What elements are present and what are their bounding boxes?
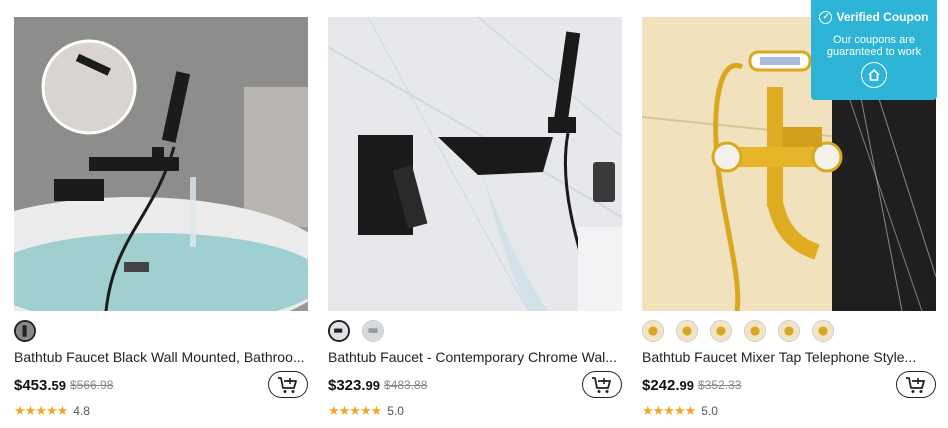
current-price: $323.99 bbox=[328, 376, 381, 394]
color-swatch[interactable] bbox=[744, 320, 766, 342]
coupon-text-line: guaranteed to work bbox=[826, 46, 922, 58]
coupon-title: Verified Coupon bbox=[836, 10, 929, 24]
color-swatch[interactable] bbox=[642, 320, 664, 342]
coupon-header: ✓ Verified Coupon bbox=[811, 10, 937, 24]
price-row: $323.99 $483.88 bbox=[328, 371, 622, 399]
product-image-black-wall-faucet[interactable] bbox=[14, 17, 308, 311]
check-circle-icon: ✓ bbox=[819, 10, 833, 24]
color-swatch[interactable] bbox=[14, 320, 36, 342]
color-swatch[interactable] bbox=[710, 320, 732, 342]
cart-plus-icon bbox=[592, 376, 611, 393]
cart-plus-icon bbox=[906, 376, 925, 393]
add-to-cart-button[interactable] bbox=[896, 371, 936, 398]
rating-row: ★★★★★ 5.0 bbox=[642, 403, 936, 419]
star-rating-icon: ★★★★★ bbox=[14, 403, 68, 418]
product-title[interactable]: Bathtub Faucet Mixer Tap Telephone Style… bbox=[642, 348, 936, 366]
color-swatch[interactable] bbox=[676, 320, 698, 342]
star-rating-icon: ★★★★★ bbox=[328, 403, 382, 418]
color-swatch[interactable] bbox=[778, 320, 800, 342]
product-title[interactable]: Bathtub Faucet Black Wall Mounted, Bathr… bbox=[14, 348, 308, 366]
product-grid: Bathtub Faucet Black Wall Mounted, Bathr… bbox=[0, 0, 948, 428]
product-image-waterfall-faucet[interactable] bbox=[328, 17, 622, 311]
coupon-text-line: Our coupons are bbox=[833, 34, 915, 46]
product-card: Bathtub Faucet - Contemporary Chrome Wal… bbox=[328, 17, 622, 419]
color-swatch[interactable] bbox=[328, 320, 350, 342]
coupon-description: Our coupons are guaranteed to work bbox=[811, 34, 937, 58]
rating-row: ★★★★★ 5.0 bbox=[328, 403, 622, 419]
home-icon bbox=[861, 62, 887, 88]
rating-value: 5.0 bbox=[387, 404, 404, 418]
verified-coupon-badge[interactable]: ✓ Verified Coupon Our coupons are guaran… bbox=[811, 0, 937, 100]
color-swatches bbox=[642, 320, 936, 342]
add-to-cart-button[interactable] bbox=[582, 371, 622, 398]
add-to-cart-button[interactable] bbox=[268, 371, 308, 398]
color-swatches bbox=[328, 320, 622, 342]
color-swatches bbox=[14, 320, 308, 342]
original-price: $566.98 bbox=[70, 378, 114, 392]
rating-value: 5.0 bbox=[701, 404, 718, 418]
price-row: $242.99 $352.33 bbox=[642, 371, 936, 399]
star-rating-icon: ★★★★★ bbox=[642, 403, 696, 418]
original-price: $483.88 bbox=[384, 378, 428, 392]
color-swatch[interactable] bbox=[812, 320, 834, 342]
price-row: $453.59 $566.98 bbox=[14, 371, 308, 399]
original-price: $352.33 bbox=[698, 378, 742, 392]
current-price: $453.59 bbox=[14, 376, 67, 394]
color-swatch[interactable] bbox=[362, 320, 384, 342]
cart-plus-icon bbox=[278, 376, 297, 393]
rating-row: ★★★★★ 4.8 bbox=[14, 403, 308, 419]
product-title[interactable]: Bathtub Faucet - Contemporary Chrome Wal… bbox=[328, 348, 622, 366]
rating-value: 4.8 bbox=[73, 404, 90, 418]
current-price: $242.99 bbox=[642, 376, 695, 394]
product-card: Bathtub Faucet Black Wall Mounted, Bathr… bbox=[14, 17, 308, 419]
